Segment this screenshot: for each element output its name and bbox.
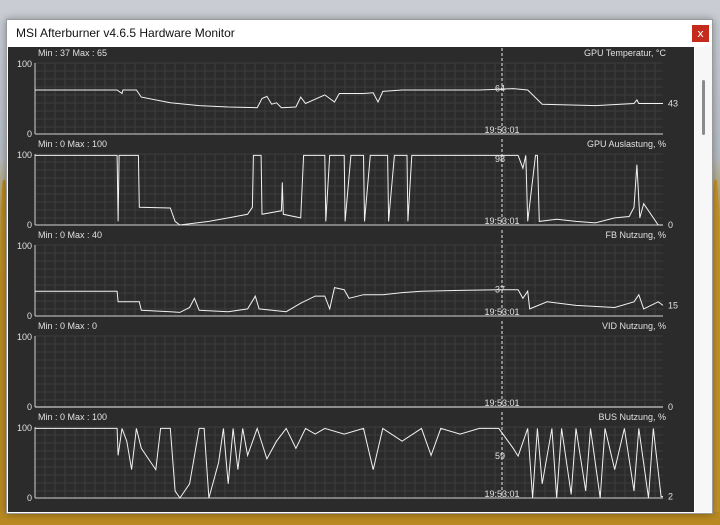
- y-axis-min-label: 0: [27, 493, 32, 503]
- cursor-time-label: 19:53:01: [484, 216, 519, 226]
- current-value-label: 0: [668, 220, 673, 230]
- graph-title: GPU Temperatur, °C: [584, 48, 666, 58]
- current-value-label: 2: [668, 492, 673, 502]
- title-bar[interactable]: MSI Afterburner v4.6.5 Hardware Monitor …: [7, 20, 712, 47]
- cursor-value-label: 98: [495, 154, 505, 164]
- cursor-time-label: 19:53:01: [484, 489, 519, 499]
- graph-title: VID Nutzung, %: [602, 321, 666, 331]
- y-axis-min-label: 0: [27, 311, 32, 321]
- y-axis-max-label: 100: [17, 59, 32, 69]
- graph-line: [35, 88, 663, 109]
- cursor-time-label: 19:53:01: [484, 125, 519, 135]
- y-axis-min-label: 0: [27, 220, 32, 230]
- graph-area[interactable]: Min : 37 Max : 65 GPU Temperatur, °C 100 0 1…: [8, 47, 694, 512]
- y-axis-min-label: 0: [27, 402, 32, 412]
- close-icon: x: [697, 27, 704, 40]
- cursor-value-label: 59: [495, 451, 505, 461]
- graph-title: BUS Nutzung, %: [598, 412, 666, 422]
- scrollbar-thumb[interactable]: [702, 80, 705, 135]
- graph-min-max: Min : 0 Max : 100: [38, 412, 107, 422]
- graph-min-max: Min : 0 Max : 40: [38, 230, 102, 240]
- y-axis-max-label: 100: [17, 332, 32, 342]
- hardware-monitor-window: MSI Afterburner v4.6.5 Hardware Monitor …: [6, 19, 713, 514]
- graph-min-max: Min : 0 Max : 100: [38, 139, 107, 149]
- graph-title: GPU Auslastung, %: [587, 139, 666, 149]
- cursor-time-label: 19:53:01: [484, 307, 519, 317]
- y-axis-max-label: 100: [17, 423, 32, 433]
- close-button[interactable]: x: [692, 25, 709, 42]
- graph-line: [35, 154, 663, 226]
- current-value-label: 15: [668, 300, 678, 310]
- vertical-scrollbar[interactable]: [695, 47, 712, 512]
- graph-min-max: Min : 37 Max : 65: [38, 48, 107, 58]
- cursor-value-label: 37: [495, 285, 505, 295]
- monitor-graphs: Min : 37 Max : 65 GPU Temperatur, °C 100 0 1…: [17, 48, 678, 503]
- window-title: MSI Afterburner v4.6.5 Hardware Monitor: [16, 26, 235, 40]
- graph-title: FB Nutzung, %: [605, 230, 666, 240]
- graph-min-max: Min : 0 Max : 0: [38, 321, 97, 331]
- current-value-label: 43: [668, 98, 678, 108]
- cursor-value-label: 64: [495, 84, 505, 94]
- y-axis-max-label: 100: [17, 241, 32, 251]
- y-axis-max-label: 100: [17, 150, 32, 160]
- graph-line: [35, 426, 663, 499]
- current-value-label: 0: [668, 402, 673, 412]
- wallpaper-sky: [0, 0, 720, 19]
- y-axis-min-label: 0: [27, 129, 32, 139]
